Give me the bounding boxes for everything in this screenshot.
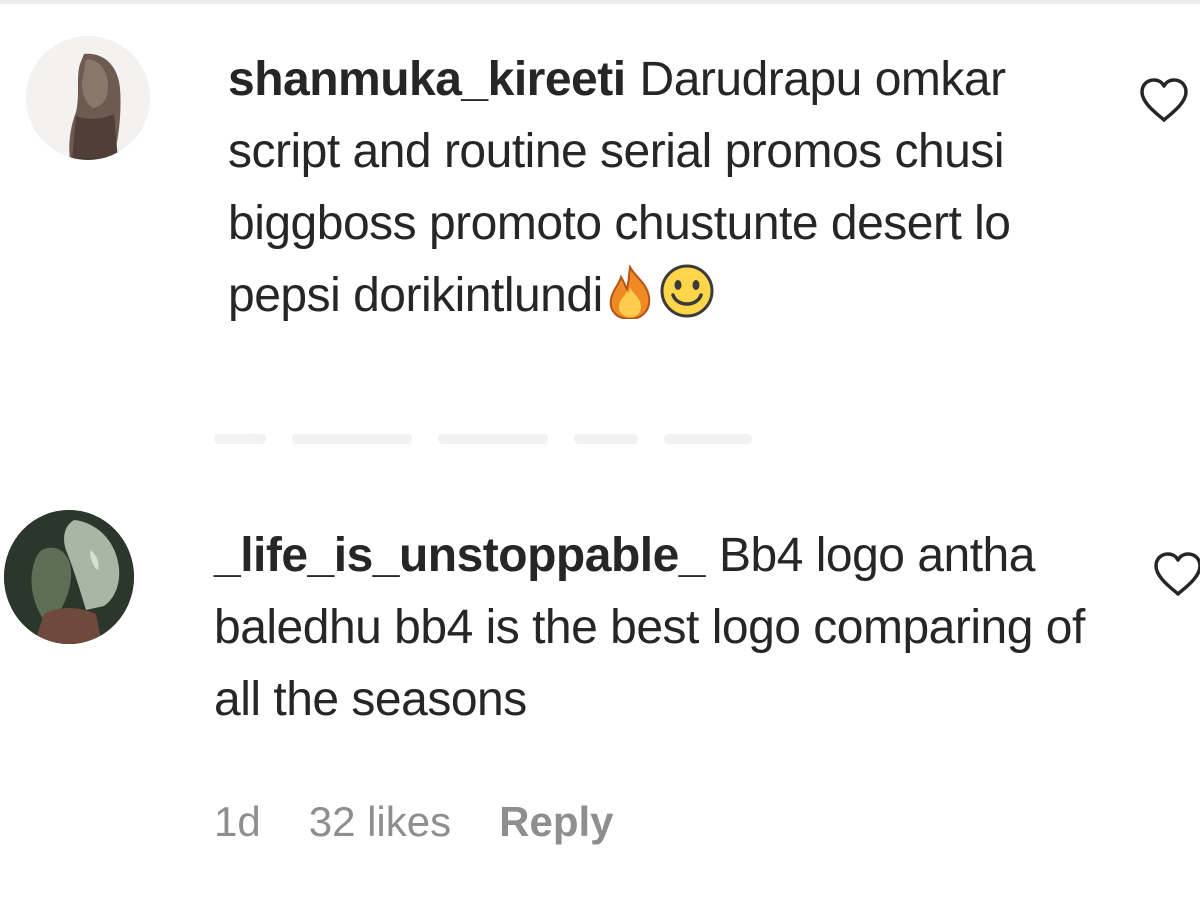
avatar-image — [26, 36, 150, 160]
comment-username[interactable]: _life_is_unstoppable_ — [214, 529, 706, 582]
fire-emoji — [605, 263, 655, 340]
comments-panel: shanmuka_kireeti Darudrapu omkar script a… — [0, 0, 1200, 900]
comment-meta-faded — [214, 428, 752, 450]
heart-outline-icon[interactable] — [1152, 550, 1200, 598]
comment-item: shanmuka_kireeti Darudrapu omkar script a… — [0, 0, 1200, 460]
smiley-emoji — [657, 263, 717, 340]
heart-outline-icon[interactable] — [1138, 76, 1190, 124]
comment-username[interactable]: shanmuka_kireeti — [228, 53, 626, 106]
comment-item: _life_is_unstoppable_ Bb4 logo antha bale… — [0, 480, 1200, 900]
comment-body: shanmuka_kireeti Darudrapu omkar script a… — [228, 44, 1088, 340]
avatar-image — [4, 510, 134, 644]
avatar[interactable] — [26, 36, 150, 160]
comment-body: _life_is_unstoppable_ Bb4 logo antha bale… — [214, 520, 1114, 736]
comment-time: 1d — [214, 798, 261, 845]
comment-meta: 1d 32 likes Reply — [214, 798, 662, 846]
reply-button[interactable]: Reply — [499, 798, 613, 846]
comment-likes[interactable]: 32 likes — [309, 798, 451, 846]
avatar[interactable] — [4, 510, 134, 644]
